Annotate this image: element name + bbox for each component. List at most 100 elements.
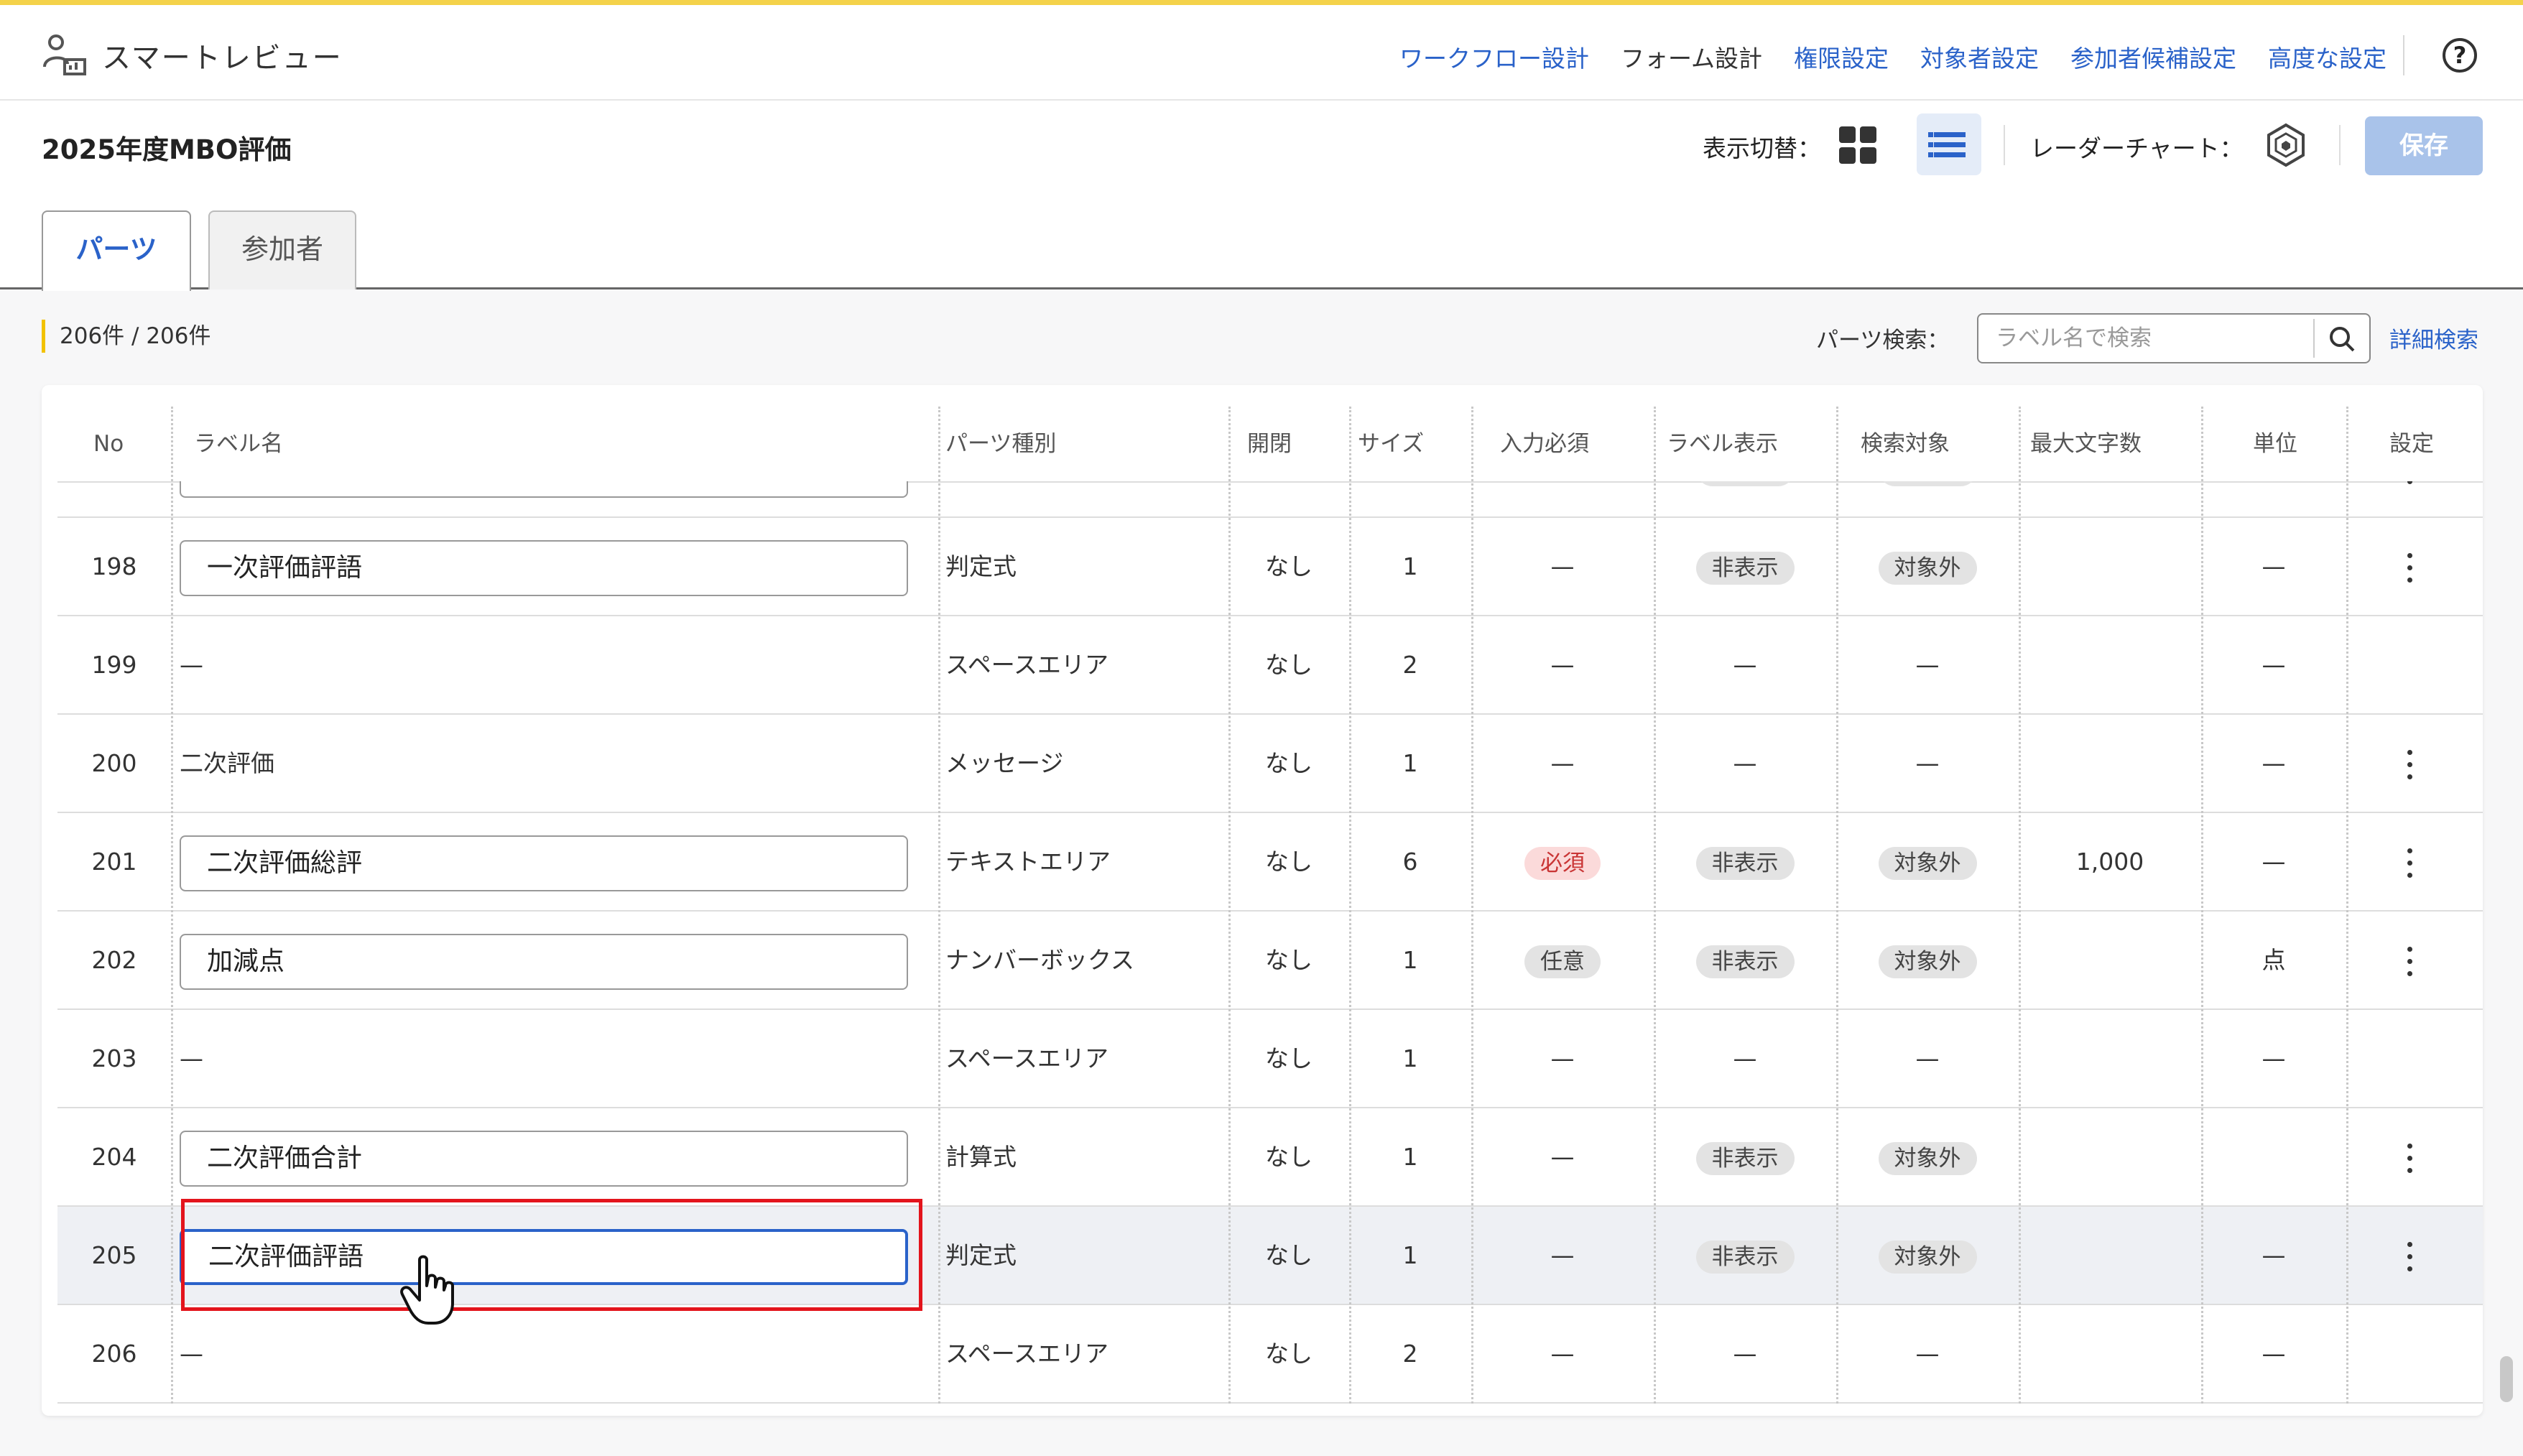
kebab-menu-icon[interactable] (2407, 1143, 2413, 1174)
column-divider (171, 407, 173, 1404)
parts-type: 判定式 (945, 1241, 1017, 1269)
column-divider (1654, 407, 1656, 1404)
label-display: — (1733, 749, 1757, 777)
size: 2 (1402, 1340, 1418, 1368)
required-badge: 必須 (1524, 846, 1601, 880)
search-icon[interactable] (2326, 323, 2358, 355)
label-display-badge: 非表示 (1695, 1141, 1795, 1175)
kebab-menu-icon[interactable] (2407, 1241, 2413, 1272)
column-divider (938, 407, 940, 1404)
table-row[interactable]: 197 一次評価合計 計算式 なし1— 非表示 対象外 (57, 481, 2483, 518)
kebab-menu-icon[interactable] (2407, 848, 2413, 878)
column-divider (1228, 407, 1231, 1404)
search-target-badge: 対象外 (1878, 481, 1977, 486)
search-target-badge: 対象外 (1878, 846, 1977, 880)
app-name: スマートレビュー (102, 42, 343, 75)
open-close: なし (1265, 1241, 1313, 1269)
label-name-field[interactable]: 一次評価合計 (180, 481, 908, 498)
table-row[interactable]: 204 二次評価合計 計算式 なし 1 — 非表示 対象外 (57, 1108, 2483, 1207)
col-open-close: 開閉 (1247, 431, 1292, 457)
label-display-badge: 非表示 (1695, 945, 1795, 978)
parts-type: スペースエリア (945, 651, 1109, 679)
unit: — (2262, 848, 2286, 876)
size: 1 (1402, 749, 1418, 777)
unit: — (2262, 1340, 2286, 1368)
person-with-chart-icon (43, 34, 86, 75)
nav-advanced-settings[interactable]: 高度な設定 (2268, 40, 2387, 74)
label-display-badge: 非表示 (1695, 1240, 1795, 1274)
open-close: なし (1228, 481, 1349, 516)
table-scrollbar[interactable] (2500, 1356, 2513, 1402)
label-name-text: — (180, 1340, 203, 1368)
parts-search-box (1977, 313, 2371, 363)
nav-target-settings[interactable]: 対象者設定 (1920, 40, 2039, 74)
nav-divider (2403, 35, 2404, 75)
table-row[interactable]: 199 — スペースエリア なし 2 — — — — (57, 616, 2483, 715)
kebab-menu-icon[interactable] (2407, 552, 2413, 583)
size: 1 (1402, 946, 1418, 974)
label-display: — (1733, 1340, 1757, 1368)
col-no: No (93, 431, 124, 457)
search-target: — (1915, 1340, 1940, 1368)
unit (2201, 1108, 2346, 1205)
col-search-target: 検索対象 (1861, 431, 1950, 457)
kebab-menu-icon[interactable] (2407, 481, 2413, 485)
tab-participants[interactable]: 参加者 (208, 210, 356, 289)
table-row[interactable]: 198 一次評価評語 判定式 なし 1 — 非表示 対象外 — (57, 518, 2483, 616)
column-divider (1836, 407, 1838, 1404)
col-settings: 設定 (2389, 431, 2434, 457)
nav-permission-settings[interactable]: 権限設定 (1794, 40, 1889, 74)
label-name-field[interactable]: 二次評価評語 (180, 1228, 908, 1285)
open-close: なし (1265, 848, 1313, 876)
radar-chart-hexagon-icon[interactable] (2263, 122, 2309, 168)
label-name-field[interactable]: 加減点 (180, 933, 908, 990)
row-no: 202 (91, 946, 137, 974)
nav-form-design[interactable]: フォーム設計 (1621, 40, 1762, 74)
parts-type: メッセージ (945, 749, 1064, 777)
open-close: なし (1265, 1340, 1313, 1368)
unit: — (2262, 1241, 2286, 1269)
advanced-search-link[interactable]: 詳細検索 (2389, 322, 2478, 354)
label-name-field[interactable]: 二次評価総評 (180, 835, 908, 891)
table-row[interactable]: 200 二次評価 メッセージ なし 1 — — — — (57, 715, 2483, 813)
table-row[interactable]: 202 加減点 ナンバーボックス なし 1 任意 非表示 対象外 点 (57, 912, 2483, 1010)
unit: 点 (2262, 946, 2286, 974)
max-chars (2019, 1305, 2201, 1402)
label-name-text: — (180, 1044, 203, 1072)
grid-view-icon[interactable] (1839, 126, 1876, 164)
unit: — (2262, 552, 2286, 580)
search-target-badge: 対象外 (1878, 945, 1977, 978)
size: 1 (1402, 552, 1418, 580)
nav-workflow-design[interactable]: ワークフロー設計 (1399, 40, 1589, 74)
required: — (1550, 1044, 1575, 1072)
tab-parts[interactable]: パーツ (42, 210, 191, 291)
table-row[interactable]: 201 二次評価総評 テキストエリア なし 6 必須 非表示 対象外 1,000 — (57, 813, 2483, 912)
required: — (1550, 651, 1575, 679)
label-display: — (1733, 1044, 1757, 1072)
question-circle-icon[interactable]: ? (2443, 38, 2477, 73)
radar-chart-label: レーダーチャート： (2030, 134, 2244, 162)
optional-badge: 任意 (1524, 945, 1601, 978)
save-button[interactable]: 保存 (2365, 116, 2483, 175)
max-chars (2019, 912, 2201, 1008)
row-no: 203 (91, 1044, 137, 1072)
hand-pointer-cursor-icon (400, 1255, 454, 1325)
view-switch-label: 表示切替： (1703, 134, 1821, 162)
max-chars (2019, 518, 2201, 615)
kebab-menu-icon[interactable] (2407, 749, 2413, 780)
label-name-field[interactable]: 一次評価評語 (180, 539, 908, 596)
list-view-icon[interactable] (1917, 113, 1981, 175)
brand[interactable]: スマートレビュー (42, 32, 343, 78)
search-target: — (1915, 651, 1940, 679)
required: — (1550, 552, 1575, 580)
parts-search-label: パーツ検索： (1816, 328, 1950, 353)
label-name-field[interactable]: 二次評価合計 (180, 1130, 908, 1187)
label-display: — (1733, 651, 1757, 679)
parts-search-input[interactable] (1978, 315, 2313, 362)
toolbar-divider (2004, 125, 2005, 165)
open-close: なし (1265, 1143, 1313, 1171)
table-row[interactable]: 203 — スペースエリア なし 1 — — — — (57, 1010, 2483, 1108)
nav-participant-candidate-settings[interactable]: 参加者候補設定 (2070, 40, 2236, 74)
size: 6 (1402, 848, 1418, 876)
kebab-menu-icon[interactable] (2407, 946, 2413, 977)
